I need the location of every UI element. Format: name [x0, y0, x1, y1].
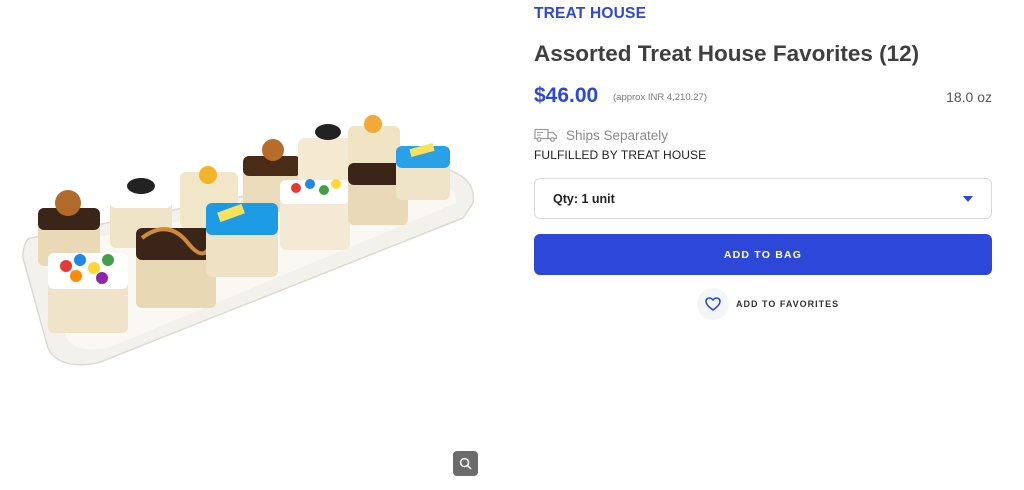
product-gallery	[0, 0, 500, 490]
ships-separately-label: Ships Separately	[566, 127, 669, 143]
price-row: $46.00 (approx INR 4,210.27) 18.0 oz	[534, 84, 992, 112]
brand-link[interactable]: TREAT HOUSE	[534, 5, 646, 23]
ships-separately: Ships Separately	[534, 126, 668, 144]
quantity-select[interactable]: Qty: 1 unit	[534, 178, 992, 219]
product-price: $46.00	[534, 84, 599, 107]
zoom-icon	[459, 457, 472, 470]
add-to-bag-button[interactable]: ADD TO BAG	[534, 234, 992, 275]
chevron-down-icon	[963, 196, 973, 202]
heart-icon-wrapper	[697, 288, 729, 320]
add-to-favorites-label: ADD TO FAVORITES	[736, 299, 840, 309]
product-title: Assorted Treat House Favorites (12)	[534, 41, 920, 66]
approx-price: (approx INR 4,210.27)	[613, 92, 707, 103]
fulfilled-by-label: FULFILLED BY TREAT HOUSE	[534, 148, 707, 162]
add-to-favorites-button[interactable]: ADD TO FAVORITES	[697, 288, 839, 320]
quantity-value: Qty: 1 unit	[553, 192, 615, 206]
product-image[interactable]	[18, 108, 488, 376]
product-weight: 18.0 oz	[946, 89, 992, 105]
zoom-button[interactable]	[453, 451, 478, 476]
heart-icon	[705, 297, 721, 311]
truck-icon	[534, 128, 558, 142]
